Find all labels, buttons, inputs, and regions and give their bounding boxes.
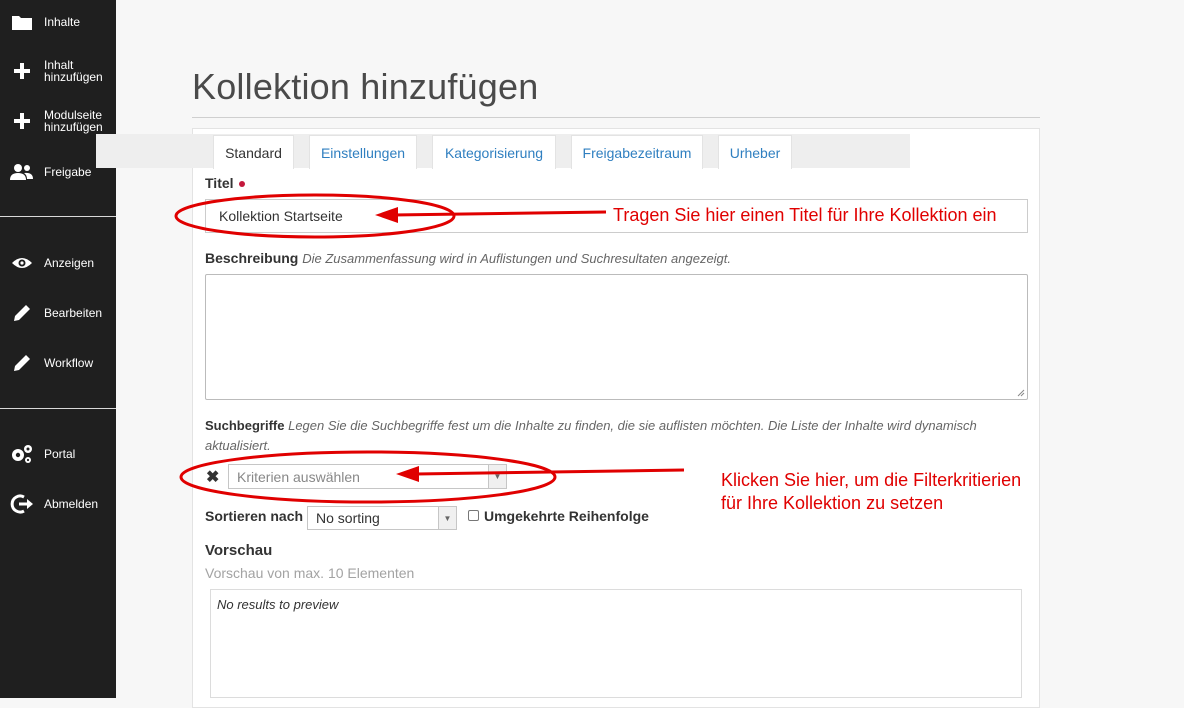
- sidebar-item-label: Abmelden: [44, 497, 99, 511]
- criteria-annotation-line2: für Ihre Kollektion zu setzen: [721, 493, 944, 513]
- sidebar-item-label: Inhalte: [44, 15, 81, 29]
- sidebar-divider: [0, 408, 116, 409]
- sidebar-item-inhalt-hinzufuegen[interactable]: Inhalt hinzufügen: [0, 49, 116, 93]
- sort-label: Sortieren nach: [205, 508, 304, 524]
- pencil-icon: [10, 301, 34, 325]
- sidebar-item-inhalte[interactable]: Inhalte: [0, 0, 116, 44]
- description-help: Die Zusammenfassung wird in Auflistungen…: [302, 251, 732, 266]
- title-label: Titel: [205, 175, 245, 191]
- sidebar-item-bearbeiten[interactable]: Bearbeiten: [0, 291, 116, 335]
- sidebar-item-label: Anzeigen: [44, 256, 95, 270]
- sidebar-item-anzeigen[interactable]: Anzeigen: [0, 241, 116, 285]
- chevron-down-icon: ▼: [438, 507, 456, 529]
- plus-icon: [10, 109, 34, 133]
- preview-subtitle: Vorschau von max. 10 Elementen: [205, 565, 415, 581]
- users-icon: [10, 160, 34, 184]
- sidebar-item-label: Portal: [44, 447, 76, 461]
- sort-select[interactable]: No sorting ▼: [307, 506, 457, 530]
- sidebar-item-workflow[interactable]: Workflow: [0, 341, 116, 385]
- tab-freigabezeitraum[interactable]: Freigabezeitraum: [571, 135, 703, 169]
- sidebar-item-label: Modulseite hinzufügen: [44, 108, 103, 134]
- sidebar-item-label: Bearbeiten: [44, 306, 103, 320]
- sidebar-item-abmelden[interactable]: Abmelden: [0, 482, 116, 526]
- reverse-order-checkbox[interactable]: [468, 510, 479, 521]
- title-divider: [192, 117, 1040, 118]
- sidebar-divider: [0, 216, 116, 217]
- sidebar-item-portal[interactable]: Portal: [0, 432, 116, 476]
- tab-kategorisierung[interactable]: Kategorisierung: [432, 135, 556, 169]
- pencil-icon: [10, 351, 34, 375]
- logout-icon: [10, 492, 34, 516]
- sidebar-item-label: Workflow: [44, 356, 94, 370]
- preview-empty-text: No results to preview: [217, 597, 339, 612]
- tab-einstellungen[interactable]: Einstellungen: [309, 135, 417, 169]
- preview-title: Vorschau: [205, 542, 273, 559]
- reverse-order-label: Umgekehrte Reihenfolge: [484, 508, 649, 524]
- search-help: Legen Sie die Suchbegriffe fest um die I…: [205, 418, 977, 453]
- criteria-annotation-line1: Klicken Sie hier, um die Filterkritierie…: [721, 470, 1022, 490]
- folder-icon: [10, 10, 34, 34]
- page-title: Kollektion hinzufügen: [192, 66, 539, 107]
- plus-icon: [10, 59, 34, 83]
- criteria-placeholder: Kriterien auswählen: [237, 468, 360, 485]
- description-label-text: Beschreibung: [205, 250, 299, 266]
- search-label-text: Suchbegriffe: [205, 418, 285, 433]
- title-label-text: Titel: [205, 175, 234, 191]
- description-label: Beschreibung Die Zusammenfassung wird in…: [205, 250, 731, 266]
- clear-criteria-icon[interactable]: ✖: [206, 467, 219, 487]
- sidebar-item-label: Inhalt hinzufügen: [44, 58, 103, 84]
- resize-grip-icon[interactable]: [1017, 389, 1025, 397]
- sort-value: No sorting: [316, 510, 380, 526]
- description-textarea[interactable]: [205, 274, 1028, 400]
- required-indicator: [238, 181, 245, 188]
- sidebar-item-label: Freigabe: [44, 165, 92, 179]
- criteria-select[interactable]: Kriterien auswählen ▼: [228, 464, 507, 489]
- tab-urheber[interactable]: Urheber: [718, 135, 792, 169]
- chevron-down-icon: ▼: [488, 465, 506, 488]
- tab-standard[interactable]: Standard: [213, 135, 294, 169]
- title-annotation: Tragen Sie hier einen Titel für Ihre Kol…: [613, 205, 997, 225]
- sidebar: Inhalte Inhalt hinzufügen Modulseite hin…: [0, 0, 116, 698]
- eye-icon: [10, 251, 34, 275]
- gears-icon: [10, 442, 34, 466]
- search-criteria-label: Suchbegriffe Legen Sie die Suchbegriffe …: [205, 416, 1025, 456]
